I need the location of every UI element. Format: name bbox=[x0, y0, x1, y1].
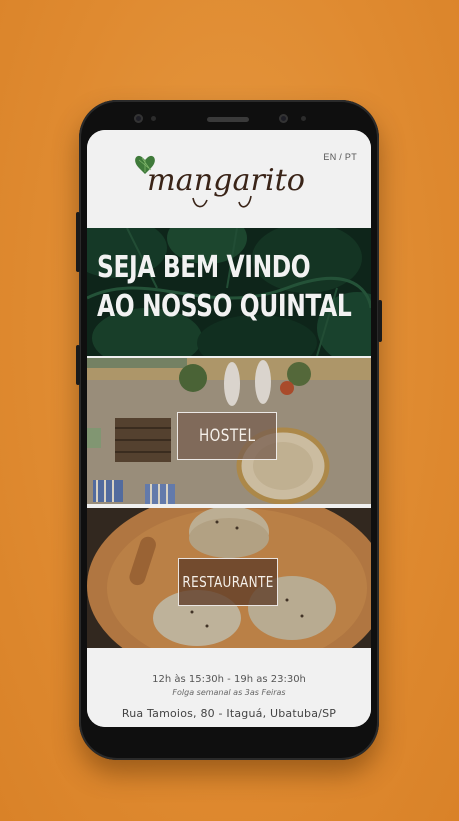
weekly-closed-day: Folga semanal as 3as Feiras bbox=[172, 688, 286, 697]
address-text[interactable]: Rua Tamoios, 80 - Itaguá, Ubatuba/SP bbox=[87, 707, 371, 720]
iris-scanner-icon bbox=[134, 114, 143, 123]
bixby-button bbox=[76, 345, 80, 385]
app-screen: mangarito EN / PT SEJA BEM VINDO AO NOSS… bbox=[87, 130, 371, 727]
light-sensor bbox=[301, 116, 306, 121]
volume-button bbox=[76, 212, 80, 272]
hostel-section[interactable]: HOSTEL bbox=[87, 358, 371, 504]
hero-line-1: SEJA BEM VINDO bbox=[97, 250, 311, 285]
site-header: mangarito EN / PT bbox=[87, 130, 371, 228]
earpiece-speaker bbox=[207, 117, 249, 122]
language-switch[interactable]: EN / PT bbox=[323, 152, 357, 162]
restaurant-button[interactable]: RESTAURANTE bbox=[178, 558, 278, 606]
power-button bbox=[378, 300, 382, 342]
hostel-button[interactable]: HOSTEL bbox=[177, 412, 277, 460]
site-footer: 12h às 15:30h - 19h as 23:30h Folga sema… bbox=[87, 648, 371, 727]
hero-line-2: AO NOSSO QUINTAL bbox=[97, 289, 352, 324]
opening-hours: 12h às 15:30h - 19h as 23:30h bbox=[152, 674, 306, 685]
mangarito-logo[interactable]: mangarito bbox=[133, 150, 323, 214]
restaurant-section[interactable]: RESTAURANTE bbox=[87, 508, 371, 648]
restaurant-button-label: RESTAURANTE bbox=[182, 573, 274, 591]
hostel-button-label: HOSTEL bbox=[198, 426, 256, 446]
phone-mockup: mangarito EN / PT SEJA BEM VINDO AO NOSS… bbox=[76, 100, 382, 760]
hero-heading: SEJA BEM VINDO AO NOSSO QUINTAL bbox=[97, 248, 352, 326]
proximity-sensor bbox=[151, 116, 156, 121]
front-camera-icon bbox=[279, 114, 288, 123]
hero-banner: SEJA BEM VINDO AO NOSSO QUINTAL bbox=[87, 228, 371, 356]
logo-wordmark: mangarito bbox=[147, 163, 305, 198]
